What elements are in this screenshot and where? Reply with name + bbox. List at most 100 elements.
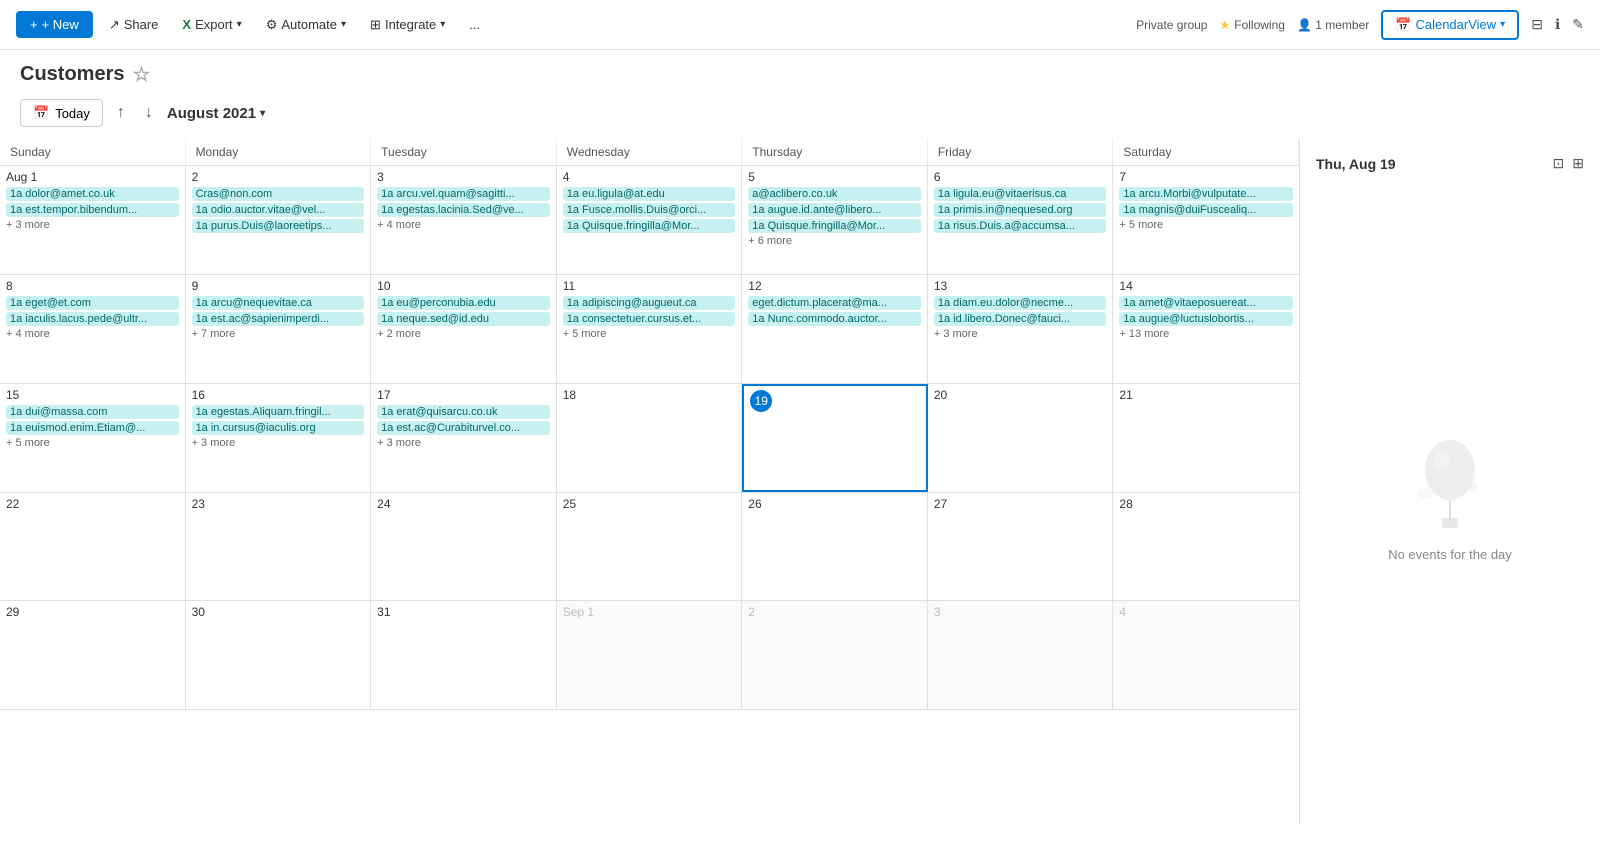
filter-icon[interactable]: ⊟: [1531, 16, 1543, 33]
cal-day[interactable]: 161a egestas.Aliquam.fringil...1a in.cur…: [186, 384, 372, 492]
cal-event[interactable]: 1a in.cursus@iaculis.org: [192, 421, 365, 435]
cal-event[interactable]: 1a iaculis.lacus.pede@ultr...: [6, 312, 179, 326]
more-events-link[interactable]: + 5 more: [1119, 219, 1293, 231]
cal-event[interactable]: 1a Quisque.fringilla@Mor...: [563, 219, 736, 233]
following-button[interactable]: ★ Following: [1219, 18, 1284, 32]
cal-day[interactable]: 24: [371, 493, 557, 601]
calendar-view-button[interactable]: 📅 CalendarView ▾: [1381, 10, 1519, 40]
cal-day[interactable]: 71a arcu.Morbi@vulputate...1a magnis@dui…: [1113, 166, 1299, 274]
cal-day[interactable]: 22: [0, 493, 186, 601]
cal-event[interactable]: 1a eget@et.com: [6, 296, 179, 310]
more-events-link[interactable]: + 4 more: [377, 219, 550, 231]
cal-day[interactable]: Aug 11a dolor@amet.co.uk1a est.tempor.bi…: [0, 166, 186, 274]
cal-day[interactable]: 4: [1113, 601, 1299, 709]
more-events-link[interactable]: + 3 more: [192, 437, 365, 449]
favorite-star-icon[interactable]: ☆: [132, 62, 150, 87]
integrate-button[interactable]: ⊞ Integrate ▾: [362, 13, 453, 37]
cal-event[interactable]: 1a arcu.vel.quam@sagitti...: [377, 187, 550, 201]
more-button[interactable]: ...: [461, 13, 488, 36]
today-button[interactable]: 📅 Today: [20, 99, 103, 127]
cal-day[interactable]: 151a dui@massa.com1a euismod.enim.Etiam@…: [0, 384, 186, 492]
cal-event[interactable]: eget.dictum.placerat@ma...: [748, 296, 921, 310]
more-events-link[interactable]: + 5 more: [6, 437, 179, 449]
cal-day[interactable]: 19: [742, 384, 928, 492]
cal-day[interactable]: 171a erat@quisarcu.co.uk1a est.ac@Curabi…: [371, 384, 557, 492]
cal-event[interactable]: 1a primis.in@nequesed.org: [934, 203, 1107, 217]
new-button[interactable]: + + New: [16, 11, 93, 38]
more-events-link[interactable]: + 3 more: [6, 219, 179, 231]
cal-event[interactable]: 1a risus.Duis.a@accumsa...: [934, 219, 1107, 233]
cal-day[interactable]: 29: [0, 601, 186, 709]
cal-day[interactable]: 26: [742, 493, 928, 601]
share-button[interactable]: ↗ Share: [101, 13, 167, 37]
cal-event[interactable]: 1a odio.auctor.vitae@vel...: [192, 203, 365, 217]
cal-day[interactable]: 41a eu.ligula@at.edu1a Fusce.mollis.Duis…: [557, 166, 743, 274]
cal-event[interactable]: 1a purus.Duis@laoreetips...: [192, 219, 365, 233]
export-button[interactable]: X Export ▾: [174, 13, 249, 36]
cal-event[interactable]: 1a egestas.Aliquam.fringil...: [192, 405, 365, 419]
layout-icon[interactable]: ⊞: [1572, 155, 1584, 172]
cal-day[interactable]: 2Cras@non.com1a odio.auctor.vitae@vel...…: [186, 166, 372, 274]
cal-day[interactable]: Sep 1: [557, 601, 743, 709]
cal-event[interactable]: 1a diam.eu.dolor@necme...: [934, 296, 1107, 310]
month-label[interactable]: August 2021 ▾: [167, 105, 265, 122]
cal-event[interactable]: 1a neque.sed@id.edu: [377, 312, 550, 326]
cal-event[interactable]: 1a arcu@nequevitae.ca: [192, 296, 365, 310]
cal-event[interactable]: 1a est.ac@sapienimperdi...: [192, 312, 365, 326]
cal-event[interactable]: 1a augue@luctuslobortis...: [1119, 312, 1293, 326]
cal-event[interactable]: 1a amet@vitaeposuereat...: [1119, 296, 1293, 310]
cal-day[interactable]: 21: [1113, 384, 1299, 492]
cal-day[interactable]: 31: [371, 601, 557, 709]
cal-day[interactable]: 3: [928, 601, 1114, 709]
cal-event[interactable]: 1a ligula.eu@vitaerisus.ca: [934, 187, 1107, 201]
cal-day[interactable]: 28: [1113, 493, 1299, 601]
cal-event[interactable]: 1a est.ac@Curabiturvel.co...: [377, 421, 550, 435]
cal-day[interactable]: 141a amet@vitaeposuereat...1a augue@luct…: [1113, 275, 1299, 383]
cal-day[interactable]: 101a eu@perconubia.edu1a neque.sed@id.ed…: [371, 275, 557, 383]
cal-event[interactable]: 1a id.libero.Donec@fauci...: [934, 312, 1107, 326]
cal-day[interactable]: 12eget.dictum.placerat@ma...1a Nunc.comm…: [742, 275, 928, 383]
cal-day[interactable]: 30: [186, 601, 372, 709]
cal-day[interactable]: 31a arcu.vel.quam@sagitti...1a egestas.l…: [371, 166, 557, 274]
cal-day[interactable]: 81a eget@et.com1a iaculis.lacus.pede@ult…: [0, 275, 186, 383]
cal-day[interactable]: 131a diam.eu.dolor@necme...1a id.libero.…: [928, 275, 1114, 383]
cal-event[interactable]: 1a eu.ligula@at.edu: [563, 187, 736, 201]
automate-button[interactable]: ⚙ Automate ▾: [258, 13, 354, 37]
more-events-link[interactable]: + 6 more: [748, 235, 921, 247]
cal-day[interactable]: 111a adipiscing@augueut.ca1a consectetue…: [557, 275, 743, 383]
cal-event[interactable]: a@aclibero.co.uk: [748, 187, 921, 201]
cal-event[interactable]: 1a Quisque.fringilla@Mor...: [748, 219, 921, 233]
more-events-link[interactable]: + 13 more: [1119, 328, 1293, 340]
cal-event[interactable]: 1a est.tempor.bibendum...: [6, 203, 179, 217]
cal-event[interactable]: 1a consectetuer.cursus.et...: [563, 312, 736, 326]
cal-event[interactable]: 1a adipiscing@augueut.ca: [563, 296, 736, 310]
cal-event[interactable]: 1a euismod.enim.Etiam@...: [6, 421, 179, 435]
cal-day[interactable]: 2: [742, 601, 928, 709]
more-events-link[interactable]: + 7 more: [192, 328, 365, 340]
cal-day[interactable]: 91a arcu@nequevitae.ca1a est.ac@sapienim…: [186, 275, 372, 383]
cal-event[interactable]: Cras@non.com: [192, 187, 365, 201]
cal-event[interactable]: 1a dolor@amet.co.uk: [6, 187, 179, 201]
cal-event[interactable]: 1a arcu.Morbi@vulputate...: [1119, 187, 1293, 201]
cal-event[interactable]: 1a eu@perconubia.edu: [377, 296, 550, 310]
more-events-link[interactable]: + 3 more: [377, 437, 550, 449]
cal-event[interactable]: 1a magnis@duiFuscealiq...: [1119, 203, 1293, 217]
cal-day[interactable]: 18: [557, 384, 743, 492]
prev-month-button[interactable]: ↑: [111, 100, 131, 126]
cal-day[interactable]: 5a@aclibero.co.uk1a augue.id.ante@libero…: [742, 166, 928, 274]
more-events-link[interactable]: + 2 more: [377, 328, 550, 340]
edit-icon[interactable]: ✎: [1572, 16, 1584, 33]
cal-day[interactable]: 27: [928, 493, 1114, 601]
cal-day[interactable]: 25: [557, 493, 743, 601]
cal-event[interactable]: 1a egestas.lacinia.Sed@ve...: [377, 203, 550, 217]
expand-icon[interactable]: ⊡: [1553, 155, 1565, 172]
next-month-button[interactable]: ↓: [139, 100, 159, 126]
cal-event[interactable]: 1a erat@quisarcu.co.uk: [377, 405, 550, 419]
more-events-link[interactable]: + 5 more: [563, 328, 736, 340]
more-events-link[interactable]: + 4 more: [6, 328, 179, 340]
info-icon[interactable]: ℹ: [1555, 16, 1560, 33]
cal-event[interactable]: 1a Nunc.commodo.auctor...: [748, 312, 921, 326]
cal-day[interactable]: 23: [186, 493, 372, 601]
cal-event[interactable]: 1a dui@massa.com: [6, 405, 179, 419]
more-events-link[interactable]: + 3 more: [934, 328, 1107, 340]
